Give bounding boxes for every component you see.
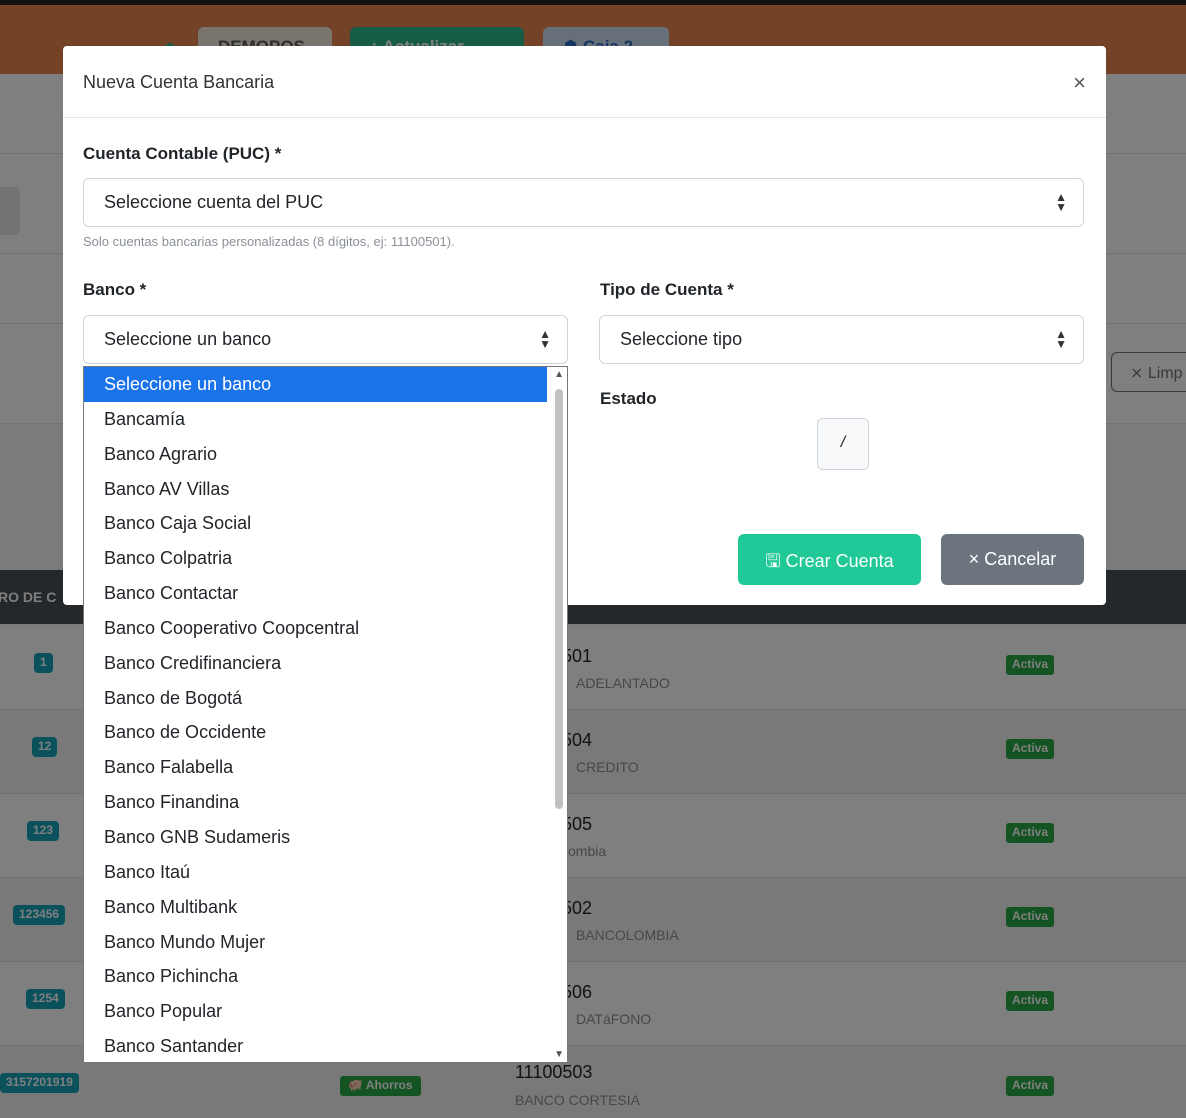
cancel-button[interactable]: × Cancelar <box>941 534 1084 585</box>
bank-option[interactable]: Banco Pichincha <box>84 959 567 994</box>
bank-option[interactable]: Seleccione un banco <box>84 367 547 402</box>
puc-account-label: Cuenta Contable (PUC) * <box>83 144 282 163</box>
status-label: Estado <box>600 389 657 408</box>
puc-help-text: Solo cuentas bancarias personalizadas (8… <box>83 234 455 249</box>
bank-option[interactable]: Banco Itaú <box>84 855 567 890</box>
bank-option[interactable]: Banco Santander <box>84 1029 567 1062</box>
bank-option[interactable]: Banco AV Villas <box>84 472 567 507</box>
bank-options-list[interactable]: Seleccione un banco Bancamía Banco Agrario… <box>83 366 568 1063</box>
bank-option[interactable]: Banco Popular <box>84 994 567 1029</box>
scrollbar-thumb[interactable] <box>555 389 563 809</box>
puc-account-selected-value: Seleccione cuenta del PUC <box>104 192 324 212</box>
bank-select[interactable]: Seleccione un banco ▲ ▼ <box>83 315 568 364</box>
create-account-label: Crear Cuenta <box>785 551 894 571</box>
bank-option[interactable]: Banco de Bogotá <box>84 681 567 716</box>
account-type-label: Tipo de Cuenta * <box>600 280 734 299</box>
bank-option[interactable]: Banco Colpatria <box>84 541 567 576</box>
bank-option[interactable]: Banco de Occidente <box>84 715 567 750</box>
create-account-button[interactable]: 🖫 Crear Cuenta <box>738 534 921 585</box>
scroll-down-icon[interactable]: ▼ <box>554 1049 564 1060</box>
bank-option[interactable]: Banco Finandina <box>84 785 567 820</box>
bank-label: Banco * <box>83 280 147 299</box>
bank-option[interactable]: Banco Falabella <box>84 750 567 785</box>
bank-option[interactable]: Banco GNB Sudameris <box>84 820 567 855</box>
bank-option[interactable]: Banco Mundo Mujer <box>84 925 567 960</box>
close-icon[interactable]: × <box>1073 70 1086 96</box>
bank-option[interactable]: Banco Multibank <box>84 890 567 925</box>
puc-account-select[interactable]: Seleccione cuenta del PUC ▲ ▼ <box>83 178 1084 227</box>
bank-option[interactable]: Banco Contactar <box>84 576 567 611</box>
modal-title: Nueva Cuenta Bancaria <box>83 72 275 92</box>
bank-selected-value: Seleccione un banco <box>104 329 272 349</box>
bank-option[interactable]: Banco Caja Social <box>84 506 567 541</box>
bank-option[interactable]: Banco Credifinanciera <box>84 646 567 681</box>
select-arrows-icon: ▲ ▼ <box>1055 327 1067 351</box>
bank-option[interactable]: Bancamía <box>84 402 567 437</box>
select-arrows-icon: ▲ ▼ <box>1055 190 1067 214</box>
modal-header: Nueva Cuenta Bancaria × <box>63 46 1106 118</box>
select-arrows-icon: ▲ ▼ <box>539 327 551 351</box>
bank-option[interactable]: Banco Agrario <box>84 437 567 472</box>
account-type-selected-value: Seleccione tipo <box>620 329 743 349</box>
bank-option[interactable]: Banco Cooperativo Coopcentral <box>84 611 567 646</box>
scroll-up-icon[interactable]: ▲ <box>554 369 564 380</box>
status-toggle[interactable]: / <box>817 418 869 470</box>
account-type-select[interactable]: Seleccione tipo ▲ ▼ <box>599 315 1084 364</box>
dropdown-scrollbar[interactable]: ▲ ▼ <box>551 367 567 1062</box>
save-icon: 🖫 <box>765 551 786 571</box>
